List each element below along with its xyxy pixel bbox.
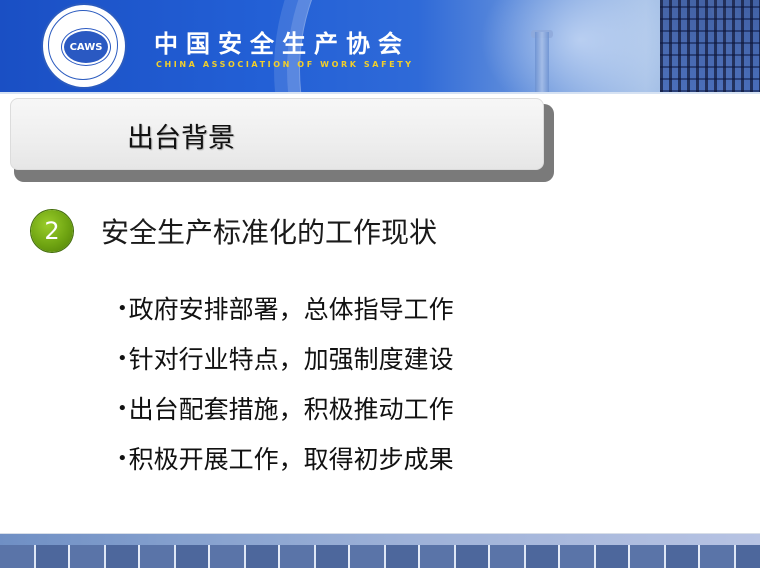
bullet-text: 政府安排部署，总体指导工作 bbox=[128, 295, 454, 324]
bullet-item: • 出台配套措施，积极推动工作 bbox=[117, 383, 454, 433]
bullet-text: 积极开展工作，取得初步成果 bbox=[128, 445, 454, 474]
bullet-dot-icon: • bbox=[117, 297, 128, 319]
industrial-plant-overlay bbox=[660, 0, 760, 92]
bullet-text: 针对行业特点，加强制度建设 bbox=[128, 345, 454, 374]
section-heading: 安全生产标准化的工作现状 bbox=[101, 216, 438, 249]
bullet-item: • 政府安排部署，总体指导工作 bbox=[117, 283, 454, 333]
bullet-list: • 政府安排部署，总体指导工作 • 针对行业特点，加强制度建设 • 出台配套措施，积极… bbox=[117, 283, 454, 483]
caws-logo: CAWS bbox=[43, 5, 125, 87]
slide-title: 出台背景 bbox=[127, 123, 235, 154]
logo-emblem: CAWS bbox=[62, 29, 110, 65]
bullet-text: 出台配套措施，积极推动工作 bbox=[128, 395, 454, 424]
bullet-item: • 积极开展工作，取得初步成果 bbox=[117, 433, 454, 483]
footer-banner bbox=[0, 533, 760, 568]
bullet-dot-icon: • bbox=[117, 447, 128, 469]
section-number-badge: 2 bbox=[31, 210, 73, 252]
org-name-chinese: 中国安全生产协会 bbox=[154, 30, 410, 58]
bullet-dot-icon: • bbox=[117, 397, 128, 419]
sky-glow bbox=[480, 0, 680, 92]
org-name-english: CHINA ASSOCIATION OF WORK SAFETY bbox=[156, 60, 414, 69]
bullet-dot-icon: • bbox=[117, 347, 128, 369]
chimney-image bbox=[535, 32, 549, 92]
header-banner: CAWS 中国安全生产协会 CHINA ASSOCIATION OF WORK … bbox=[0, 0, 760, 94]
title-box bbox=[10, 98, 544, 170]
bullet-item: • 针对行业特点，加强制度建设 bbox=[117, 333, 454, 383]
footer-pattern bbox=[0, 545, 760, 568]
